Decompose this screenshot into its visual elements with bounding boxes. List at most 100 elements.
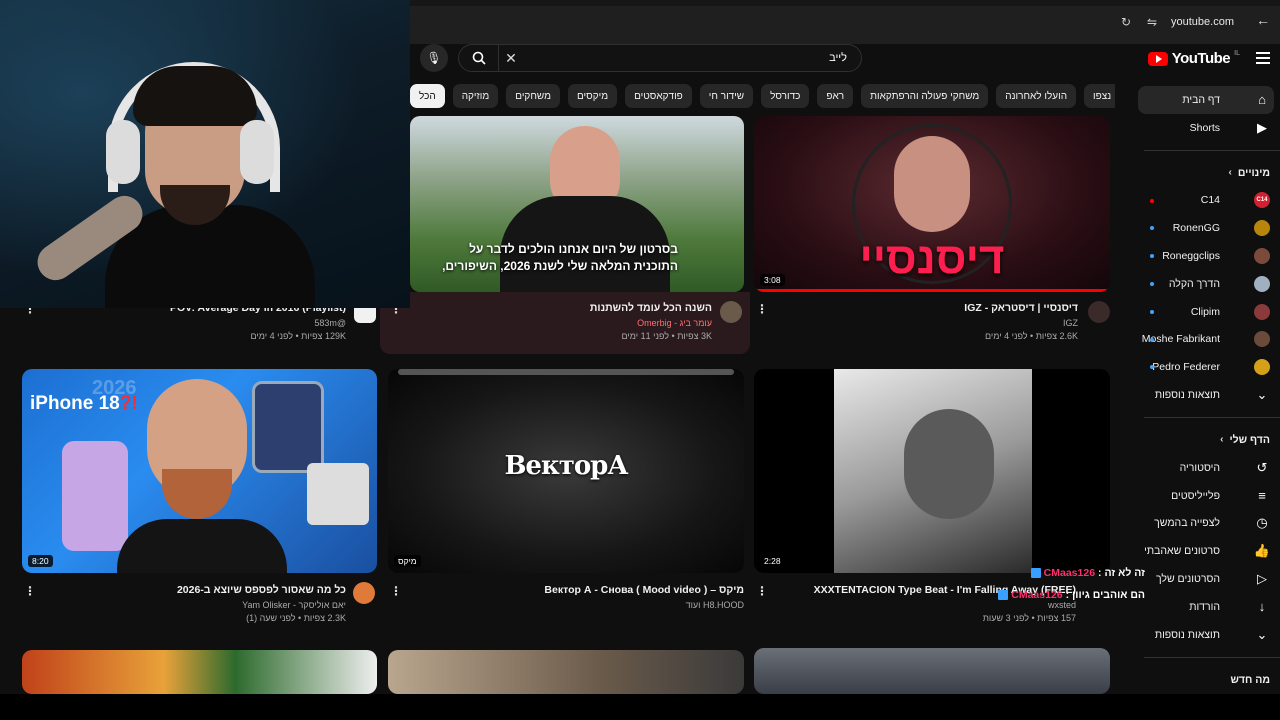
video-meta: מיקס – Вектор А - Снова ( Mood video ) H… [410, 584, 744, 610]
more-options-icon[interactable]: ⋮ [756, 585, 768, 597]
sidebar-item-subscription[interactable]: הדרך הקלה [1132, 270, 1280, 298]
chip-3[interactable]: מיקסים [567, 84, 618, 108]
new-content-dot [1150, 254, 1154, 259]
sidebar-item-label: Shorts [1189, 121, 1220, 134]
chip-7[interactable]: ראפ [817, 84, 854, 108]
sidebar-item-label: הסרטונים שלך [1156, 573, 1220, 586]
video-title[interactable]: השנה הכל עומד להשתנות [420, 302, 712, 314]
clear-search-button[interactable]: ✕ [499, 45, 523, 71]
chip-4[interactable]: פודקאסטים [625, 84, 692, 108]
video-meta: דיסנסיי | דיסטראק - IGZ IGZ 2.6K צפיות •… [770, 302, 1078, 341]
channel-name[interactable]: עומר ביג - Omerbig [420, 318, 712, 328]
back-arrow-icon[interactable]: ← [1256, 12, 1270, 28]
address-bar[interactable]: youtube.com ⇋ ↻ [894, 12, 1234, 32]
chip-10[interactable]: נצפו [1084, 84, 1115, 108]
channel-avatar [1254, 303, 1270, 320]
subscriptions-list: C14 C14 RonenGG Roneggclips הדרך הקלה Clipim M… [1132, 187, 1280, 382]
sidebar-item-subscription[interactable]: C14 C14 [1132, 187, 1280, 215]
more-options-icon[interactable]: ⋮ [24, 585, 36, 597]
playlists-icon: ≡ [1258, 488, 1266, 504]
chip-8[interactable]: משחקי פעולה והרפתקאות [861, 84, 989, 108]
thumbnail-person-beard [162, 469, 232, 519]
youtube-logo[interactable]: YouTube IL [1147, 50, 1240, 67]
subscriptions-header[interactable]: מינויים › [1132, 159, 1280, 187]
subscriptions-label: מינויים [1237, 166, 1270, 179]
chip-9[interactable]: הועלו לאחרונה [996, 84, 1077, 108]
video-thumbnail[interactable] [22, 650, 377, 694]
channel-name[interactable]: IGZ [770, 318, 1078, 328]
sidebar-item-more-you[interactable]: ⌄ תוצאות נוספות [1132, 621, 1280, 649]
sidebar-item-label: C14 [1200, 194, 1220, 207]
search-button[interactable] [459, 45, 499, 71]
chevron-down-icon: ⌄ [1256, 387, 1268, 403]
sidebar-item-watch-later[interactable]: ◷ לצפייה בהמשך [1132, 510, 1280, 538]
video-thumbnail[interactable] [388, 650, 744, 694]
menu-icon[interactable] [1256, 52, 1270, 64]
channel-avatar[interactable] [1088, 301, 1110, 323]
channel-avatar[interactable] [720, 301, 742, 323]
channel-name[interactable]: @583m [40, 318, 346, 328]
sidebar-item-label: הדרך הקלה [1168, 277, 1220, 290]
sidebar-item-subscription[interactable]: Clipim [1132, 298, 1280, 326]
sidebar-item-liked[interactable]: 👍 סרטונים שאהבתי [1132, 537, 1280, 565]
video-title[interactable]: דיסנסיי | דיסטראק - IGZ [770, 302, 1078, 314]
video-stats: 157 צפיות • לפני 3 שעות [982, 613, 1076, 623]
search-row: 🎙 ✕ לייב [410, 44, 1130, 74]
watch-progress-bar [754, 289, 1110, 292]
sidebar-item-subscription[interactable]: Moshe Fabrikant [1132, 326, 1280, 354]
sidebar-item-history[interactable]: ↺ היסטוריה [1132, 454, 1280, 482]
video-meta: כל מה שאסור לפספס שיוצא ב-2026 יאם אוליס… [40, 584, 346, 623]
mix-stack-edge [398, 369, 734, 375]
whats-new-label: מה חדש [1230, 673, 1270, 686]
thumbnail-tablet [252, 381, 324, 473]
video-meta: השנה הכל עומד להשתנות עומר ביג - Omerbig… [420, 302, 712, 341]
more-options-icon[interactable]: ⋮ [756, 303, 768, 315]
sidebar-item-downloads[interactable]: ↓ הורדות [1132, 593, 1280, 621]
voice-search-button[interactable]: 🎙 [420, 44, 448, 72]
sidebar-item-label: Roneggclips [1162, 250, 1220, 263]
video-thumbnail[interactable]: ВекторА מיקס [388, 369, 744, 573]
chip-5[interactable]: שידור חי [699, 84, 754, 108]
site-settings-icon[interactable]: ⇋ [1145, 15, 1159, 29]
thumbnail-person-head [904, 409, 994, 519]
video-thumbnail[interactable] [754, 648, 1110, 694]
sidebar-item-shorts[interactable]: ▶ Shorts [1132, 114, 1280, 142]
sidebar-item-subscription[interactable]: Pedro Federer [1132, 353, 1280, 381]
sidebar-item-subscription[interactable]: RonenGG [1132, 214, 1280, 242]
channel-avatar[interactable] [353, 582, 375, 604]
mix-badge: מיקס [394, 555, 421, 567]
video-thumbnail[interactable]: דיסנסיי 3:08 [754, 116, 1110, 292]
reload-icon[interactable]: ↻ [1119, 15, 1133, 29]
video-title[interactable]: מיקס – Вектор А - Снова ( Mood video ) [410, 584, 744, 596]
sidebar-item-home[interactable]: ⌂ דף הבית [1138, 86, 1274, 114]
sidebar-item-label: פלייליסטים [1171, 489, 1220, 502]
chip-0[interactable]: הכל [410, 84, 445, 108]
more-options-icon[interactable]: ⋮ [390, 585, 402, 597]
search-input[interactable]: לייב [523, 52, 861, 64]
channel-name[interactable]: יאם אוליסקר - Yam Olisker [40, 600, 346, 610]
sidebar-item-your-videos[interactable]: ▷ הסרטונים שלך [1132, 565, 1280, 593]
whats-new-header[interactable]: מה חדש [1132, 666, 1280, 694]
your-videos-icon: ▷ [1257, 571, 1267, 587]
divider [1144, 149, 1280, 151]
video-thumbnail[interactable]: בסרטון של היום אנחנו הולכים לדבר על התוכ… [410, 116, 744, 292]
chip-2[interactable]: משחקים [506, 84, 560, 108]
sidebar-item-more-subs[interactable]: ⌄ תוצאות נוספות [1132, 381, 1280, 409]
you-header[interactable]: הדף שלי › [1132, 426, 1280, 454]
search-icon [472, 51, 486, 65]
divider [1144, 416, 1280, 418]
sidebar-item-label: תוצאות נוספות [1154, 389, 1220, 402]
taskbar [0, 694, 1280, 720]
chip-1[interactable]: מוזיקה [452, 84, 499, 108]
video-thumbnail[interactable]: 2026 iPhone 18?! 8:20 [22, 369, 377, 573]
new-content-dot [1150, 226, 1154, 231]
new-content-dot [1150, 281, 1154, 286]
sidebar-item-subscription[interactable]: Roneggclips [1132, 242, 1280, 270]
youtube-play-icon [1147, 51, 1168, 66]
video-thumbnail[interactable]: 2:28 [754, 369, 1110, 573]
chip-6[interactable]: כדורסל [761, 84, 810, 108]
sidebar-item-playlists[interactable]: ≡ פלייליסטים [1132, 482, 1280, 510]
search-box[interactable]: ✕ לייב [458, 44, 862, 72]
video-title[interactable]: כל מה שאסור לפספס שיוצא ב-2026 [40, 584, 346, 596]
channel-name[interactable]: H8.HOOD ועוד [410, 600, 744, 610]
